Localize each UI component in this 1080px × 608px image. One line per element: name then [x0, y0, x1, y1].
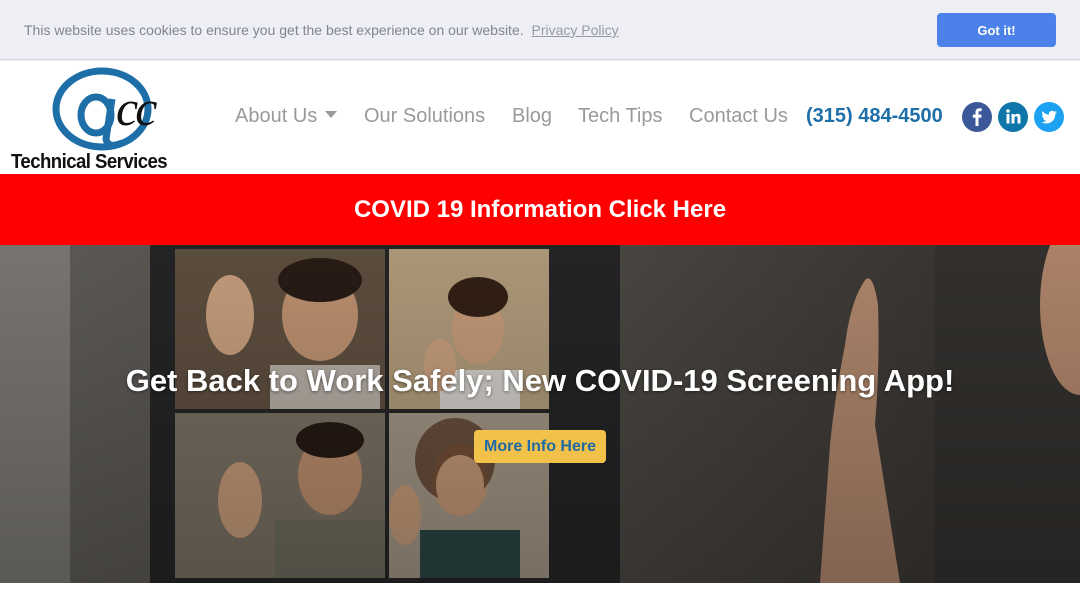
page-body-top — [0, 583, 1080, 608]
cookie-accept-button[interactable]: Got it! — [937, 13, 1056, 47]
facebook-icon[interactable] — [962, 102, 992, 132]
privacy-policy-link[interactable]: Privacy Policy — [532, 22, 619, 38]
hero-background-image — [0, 245, 1080, 583]
nav-tech-tips[interactable]: Tech Tips — [578, 105, 662, 128]
nav-about-us-label: About Us — [235, 105, 318, 127]
cookie-message: This website uses cookies to ensure you … — [24, 22, 524, 38]
phone-number-link[interactable]: (315) 484-4500 — [806, 105, 943, 128]
cookie-message-row: This website uses cookies to ensure you … — [24, 22, 619, 38]
nav-contact-us[interactable]: Contact Us — [689, 105, 788, 128]
covid-info-label: COVID 19 Information Click Here — [353, 195, 727, 223]
hero-title: Get Back to Work Safely; New COVID-19 Sc… — [125, 363, 955, 398]
nav-our-solutions[interactable]: Our Solutions — [364, 105, 485, 128]
linkedin-icon[interactable] — [998, 102, 1028, 132]
caret-down-icon — [325, 111, 338, 119]
twitter-icon[interactable] — [1034, 102, 1064, 132]
main-nav: About Us Our Solutions Blog Tech Tips Co… — [0, 61, 1080, 173]
nav-blog[interactable]: Blog — [512, 105, 552, 128]
site-header: cc Technical Services About Us Our Solut… — [0, 61, 1080, 173]
cookie-banner: This website uses cookies to ensure you … — [0, 0, 1080, 60]
hero-section: Get Back to Work Safely; New COVID-19 Sc… — [0, 245, 1080, 583]
more-info-button[interactable]: More Info Here — [474, 430, 606, 463]
covid-info-banner[interactable]: COVID 19 Information Click Here — [0, 174, 1080, 245]
nav-about-us[interactable]: About Us — [235, 105, 338, 128]
